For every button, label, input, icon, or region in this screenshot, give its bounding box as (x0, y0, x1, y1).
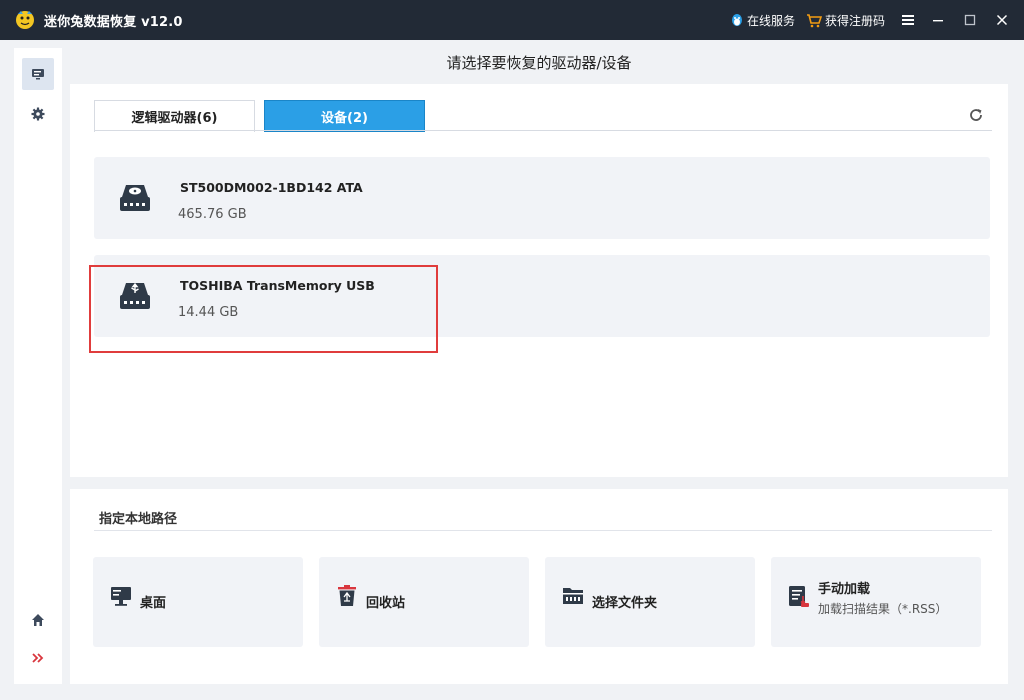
get-code-label: 获得注册码 (825, 14, 886, 28)
manual-load-sublabel: 加载扫描结果（*.RSS） (818, 602, 948, 616)
local-path-divider (94, 530, 992, 531)
get-code-link[interactable]: 获得注册码 (806, 12, 885, 29)
hamburger-icon (902, 15, 914, 25)
menu-button[interactable] (898, 10, 918, 30)
local-path-panel: 指定本地路径 桌面 回收站 选择文件夹 手动加载 加载扫描结果（*.RSS） (70, 489, 1008, 684)
refresh-icon (970, 109, 982, 121)
home-icon (32, 614, 44, 626)
double-chevron-right-icon (32, 653, 44, 663)
close-icon (996, 14, 1008, 26)
online-service-link[interactable]: 在线服务 (730, 12, 795, 29)
gear-icon (31, 107, 45, 121)
minimize-button[interactable] (928, 10, 948, 30)
app-title: 迷你兔数据恢复 v12.0 (44, 15, 183, 30)
recycle-bin-icon (338, 585, 356, 606)
device-name: ST500DM002-1BD142 ATA (180, 180, 363, 195)
sidebar-expand-button[interactable] (22, 642, 54, 674)
manual-load-card[interactable]: 手动加载 加载扫描结果（*.RSS） (771, 557, 981, 647)
tab-logical-drives[interactable]: 逻辑驱动器(6) (94, 100, 255, 132)
qq-penguin-icon (732, 13, 742, 26)
cart-icon (807, 13, 822, 27)
sidebar-home-button[interactable] (22, 604, 54, 636)
refresh-button[interactable] (965, 104, 987, 126)
tab-divider (94, 130, 992, 131)
hard-disk-icon (120, 185, 150, 211)
device-size: 465.76 GB (178, 207, 247, 222)
device-name: TOSHIBA TransMemory USB (180, 278, 375, 293)
select-folder-label: 选择文件夹 (592, 596, 658, 611)
device-card-hdd[interactable]: ST500DM002-1BD142 ATA 465.76 GB (94, 157, 990, 239)
tab-devices[interactable]: 设备(2) (264, 100, 425, 132)
usb-drive-icon (120, 282, 150, 309)
manual-load-label: 手动加载 (818, 582, 871, 597)
desktop-icon (111, 587, 131, 606)
device-size: 14.44 GB (178, 305, 239, 320)
minimize-icon (933, 20, 943, 22)
local-path-heading: 指定本地路径 (99, 512, 178, 527)
device-panel: 逻辑驱动器(6) 设备(2) ST500DM002-1BD142 ATA 465… (70, 84, 1008, 477)
app-logo-icon (16, 11, 34, 29)
title-bar: 迷你兔数据恢复 v12.0 在线服务 获得注册码 (0, 0, 1024, 40)
recycle-bin-card[interactable]: 回收站 (319, 557, 529, 647)
load-file-icon (789, 586, 809, 607)
close-button[interactable] (992, 10, 1012, 30)
page-title: 请选择要恢复的驱动器/设备 (446, 54, 632, 72)
desktop-label: 桌面 (140, 596, 167, 611)
sidebar-recovery-button[interactable] (22, 58, 54, 90)
select-folder-card[interactable]: 选择文件夹 (545, 557, 755, 647)
device-card-usb[interactable]: TOSHIBA TransMemory USB 14.44 GB (94, 255, 990, 337)
sidebar (14, 48, 62, 684)
folder-icon (563, 588, 583, 604)
desktop-card[interactable]: 桌面 (93, 557, 303, 647)
maximize-button[interactable] (960, 10, 980, 30)
recycle-bin-label: 回收站 (366, 596, 406, 611)
sidebar-settings-button[interactable] (22, 98, 54, 130)
maximize-icon (964, 14, 976, 26)
drive-icon (32, 69, 44, 80)
online-service-label: 在线服务 (747, 14, 796, 28)
